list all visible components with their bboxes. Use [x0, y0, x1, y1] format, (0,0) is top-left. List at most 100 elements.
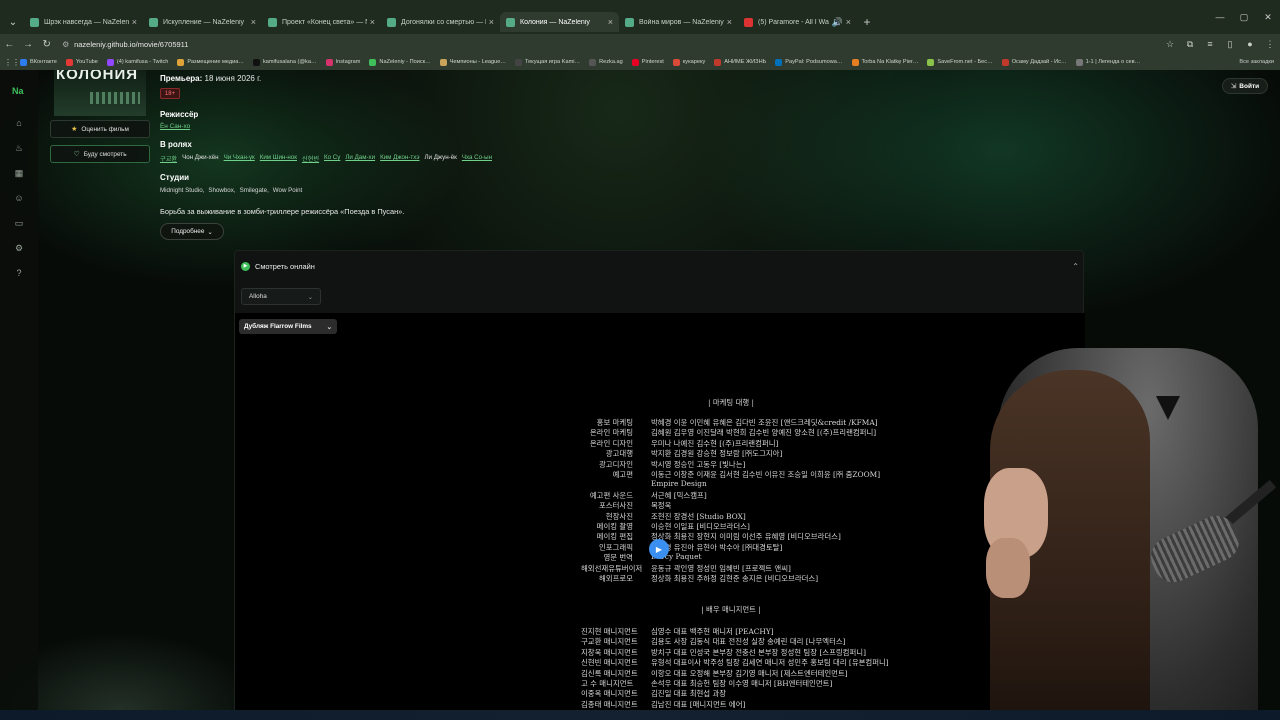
credit-row: 지창욱 매니지먼트 방치구 대표 민성국 본부장 전충선 본부장 정성현 팀장 [… [581, 647, 866, 658]
chevron-up-icon[interactable]: ⌃ [1072, 262, 1079, 271]
cast-list: 구교환 Чон Джи-хён Чи Чхан-ук Ким Шин-нок 신현빈 Ко… [160, 154, 497, 163]
reload-icon[interactable]: ↻ [37, 39, 56, 50]
bookmark-item[interactable]: Чемпионы - League… [439, 58, 506, 66]
cast-member-link[interactable]: Ко Су [324, 154, 340, 163]
extensions-icon[interactable]: ⧉ [1180, 39, 1200, 50]
credit-role: 김종태 매니지먼트 [581, 699, 638, 709]
login-button[interactable]: ⇲ Войти [1222, 78, 1268, 94]
maximize-icon[interactable]: ▢ [1232, 12, 1256, 23]
bookmark-item[interactable]: Instagram [325, 58, 360, 66]
close-tab-icon[interactable]: × [727, 17, 732, 27]
cast-member-link[interactable]: Ким Джон-тхэ [380, 154, 419, 163]
forward-icon[interactable]: → [19, 39, 38, 50]
browser-tab[interactable]: Проект «Конец света» — NaZ…× [262, 12, 381, 32]
cast-member-link[interactable]: Ким Шин-нок [260, 154, 297, 163]
profile-icon[interactable]: ● [1240, 39, 1260, 50]
bookmark-item[interactable]: Размещение медиа… [177, 58, 244, 66]
back-icon[interactable]: ← [0, 39, 19, 50]
bookmark-item[interactable]: SaveFrom.net - Бес… [927, 58, 993, 66]
bookmark-item[interactable]: YouTube [65, 58, 98, 66]
watch-online-header[interactable]: ▶ Смотреть онлайн ⌃ [235, 251, 1085, 281]
more-details-button[interactable]: Подробнее ⌄ [160, 223, 224, 240]
bookmark-item[interactable]: Pinterest [631, 58, 664, 66]
bookmark-item[interactable]: NaZeleniy - Поиск… [369, 58, 431, 66]
url-input[interactable]: ⚙ nazeleniy.github.io/movie/6705911 [62, 36, 1154, 52]
tab-search-icon[interactable]: ⌄ [2, 12, 24, 32]
settings-icon[interactable]: ⚙ [12, 243, 26, 254]
credit-names: 박혜경 이윤 이민혜 유혜은 김다빈 조윤진 [앤드크레딧&credit /KF… [651, 418, 878, 427]
menu-icon[interactable]: ⋮ [1260, 39, 1280, 50]
credit-row: 해외프로모 정상화 최용진 주하정 김현준 송지은 [비디오브라더스] [581, 573, 818, 584]
apps-grid-icon[interactable]: ⋮⋮ [4, 58, 20, 67]
bookmark-item[interactable]: АНИМЕ ЖИЗНЬ [714, 58, 766, 66]
credit-row: 메이킹 촬영 이승현 이일표 [비디오브라더스] [581, 521, 750, 532]
star-bookmark-icon[interactable]: ☆ [1160, 39, 1180, 50]
audio-playing-icon[interactable]: 🔊 [832, 17, 843, 28]
grid-icon[interactable]: ▦ [12, 168, 26, 179]
player-source-select[interactable]: Alloha ⌄ [241, 288, 321, 305]
bookmark-item[interactable]: 1-1 | Легенда о сев… [1075, 58, 1140, 66]
bookmark-item[interactable]: Текущая игра Kami… [514, 58, 580, 66]
credit-row: 온라인 마케팅 김혜원 김우영 이진달래 박현희 김수빈 양예진 양소현 [(주)… [581, 427, 876, 438]
rate-movie-button[interactable]: ★ Оценить фильм [50, 120, 150, 138]
cast-member-link[interactable]: 신현빈 [302, 154, 319, 163]
all-bookmarks[interactable]: Все закладки [1239, 59, 1274, 65]
cast-member: Чон Джи-хён [182, 154, 219, 161]
dub-select[interactable]: Дубляж Flarrow Films ⌄ [239, 319, 337, 334]
close-tab-icon[interactable]: × [370, 17, 375, 27]
chat-icon[interactable]: ▭ [12, 218, 26, 229]
bookmark-item[interactable]: Torba Na Klatkę Pier… [851, 58, 918, 66]
site-favicon-icon [149, 17, 158, 27]
credit-role: 신현빈 매니지먼트 [581, 658, 638, 668]
credit-names: 손석우 대표 최승헌 팀장 이수영 매니저 [BH엔터테인먼트] [651, 679, 833, 688]
heart-icon: ♡ [73, 151, 80, 158]
poster-art [90, 92, 140, 104]
cast-member-link[interactable]: Чи Чхан-ук [224, 154, 255, 163]
site-info-icon[interactable]: ⚙ [62, 40, 74, 49]
media-icon[interactable]: ≡ [1200, 39, 1220, 50]
credit-role: 광고디자인 [599, 459, 633, 469]
close-tab-icon[interactable]: × [489, 17, 494, 27]
toolbar-icons: ☆ ⧉ ≡ ▯ ● ⋮ [1160, 39, 1280, 50]
credit-role: 고 수 매니지먼트 [581, 679, 634, 688]
bookmark-item[interactable]: Осаму Дадзай - Ис… [1001, 58, 1067, 66]
cast-member-link[interactable]: Чха Со-ын [462, 154, 492, 163]
credit-row: 고 수 매니지먼트 손석우 대표 최승헌 팀장 이수영 매니저 [BH엔터테인먼트… [581, 678, 832, 689]
bookmark-item[interactable]: кукарекy [672, 58, 705, 66]
close-tab-icon[interactable]: × [608, 17, 613, 27]
home-icon[interactable]: ⌂ [12, 118, 26, 128]
bookmark-item[interactable]: PayPal: Podsumowa… [775, 58, 843, 66]
minimize-icon[interactable]: — [1208, 12, 1232, 23]
close-tab-icon[interactable]: × [846, 17, 851, 27]
bookmark-item[interactable]: Rezka.ag [589, 58, 623, 66]
bookmark-item[interactable]: (4) kamifusa - Twitch [106, 58, 168, 66]
bookmark-item[interactable]: kamifusalana (@ka… [252, 58, 317, 66]
cast-member-link[interactable]: Ли Дам-хи [345, 154, 375, 163]
browser-tab[interactable]: Война миров — NaZeleniy × [619, 12, 738, 32]
browser-tab[interactable]: Искупление — NaZeleniy × [143, 12, 262, 32]
close-tab-icon[interactable]: × [251, 17, 256, 27]
bookmark-item[interactable]: ВКонтакте [20, 58, 57, 66]
sidebar-icon[interactable]: ▯ [1220, 39, 1240, 50]
watchlist-button[interactable]: ♡ Буду смотреть [50, 145, 150, 163]
user-icon[interactable]: ☺ [12, 193, 26, 203]
browser-tab-active[interactable]: Колония — NaZeleniy × [500, 12, 619, 32]
bookmark-favicon-icon [775, 58, 783, 66]
credit-role: 메이킹 촬영 [596, 522, 633, 531]
new-tab-icon[interactable]: + [857, 15, 877, 29]
cast-member-link[interactable]: 구교환 [160, 154, 177, 163]
chevron-down-icon: ⌄ [326, 323, 332, 331]
credit-names: 우미나 나예진 김수현 [(주)프리랜컴퍼니] [651, 438, 779, 448]
help-icon[interactable]: ? [12, 268, 26, 278]
director-heading: Режиссёр [160, 110, 199, 119]
browser-tab[interactable]: (5) Paramore - All I Wanted🔊× [738, 12, 857, 32]
site-logo[interactable]: Na [12, 86, 24, 96]
fire-icon[interactable]: ♨ [12, 143, 26, 154]
play-icon[interactable]: ▶ [649, 539, 669, 559]
login-icon: ⇲ [1230, 83, 1237, 90]
browser-tab[interactable]: Шрэк навсегда — NaZeleniy × [24, 12, 143, 32]
close-window-icon[interactable]: ✕ [1256, 12, 1280, 23]
close-tab-icon[interactable]: × [132, 17, 137, 27]
browser-tab[interactable]: Догонялки со смертью — NaZ…× [381, 12, 500, 32]
director-link[interactable]: Ён Сан-хо [160, 123, 190, 130]
